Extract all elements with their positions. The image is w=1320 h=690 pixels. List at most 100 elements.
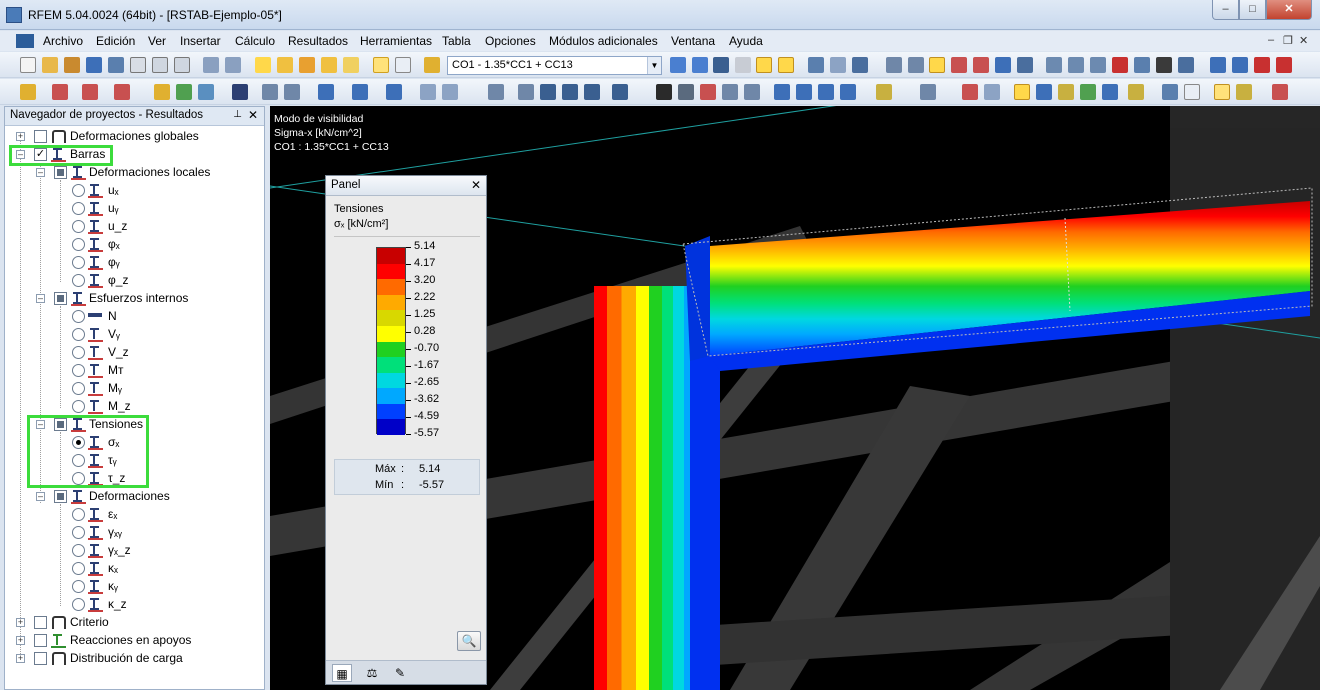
radio-button[interactable] (72, 238, 85, 251)
previous-icon[interactable] (670, 57, 686, 73)
collapse-icon[interactable]: – (36, 168, 45, 177)
member-view-icon[interactable] (1014, 84, 1030, 100)
radio-button[interactable] (72, 400, 85, 413)
menu-calculo[interactable]: Cálculo (235, 34, 275, 48)
balance-tab-icon[interactable]: ⚖ (362, 664, 382, 682)
expand-icon[interactable]: + (16, 636, 25, 645)
print-graphic-icon[interactable] (174, 57, 190, 73)
render-icon[interactable] (886, 57, 902, 73)
search-model-icon[interactable] (277, 57, 293, 73)
tree-item-reacciones[interactable]: + Reacciones en apoyos (16, 632, 256, 650)
radio-button[interactable] (72, 274, 85, 287)
radio-button[interactable] (72, 598, 85, 611)
edit-icon[interactable] (255, 57, 271, 73)
structure-4-icon[interactable] (612, 84, 628, 100)
undeformed-icon[interactable] (808, 57, 824, 73)
checkbox[interactable] (54, 490, 67, 503)
material-icon[interactable] (176, 84, 192, 100)
view-top-icon[interactable] (420, 84, 436, 100)
radio-button[interactable] (72, 382, 85, 395)
tree-item-phiz[interactable]: φ_z (72, 272, 222, 290)
object-icon[interactable] (920, 84, 936, 100)
minimize-button[interactable]: – (1212, 0, 1239, 20)
print-icon[interactable] (130, 57, 146, 73)
tree-item-kappa-x[interactable]: κₓ (72, 560, 222, 578)
tree-item-epsilon-x[interactable]: εₓ (72, 506, 222, 524)
checkbox[interactable] (34, 652, 47, 665)
delete-icon[interactable] (1112, 57, 1128, 73)
color-scale-tab-icon[interactable]: ▦ (332, 664, 352, 682)
values-icon[interactable] (735, 57, 751, 73)
radio-button[interactable] (72, 526, 85, 539)
save-icon[interactable] (108, 57, 124, 73)
view-iso-icon[interactable] (318, 84, 334, 100)
section-insert-icon[interactable] (154, 84, 170, 100)
results-display-icon[interactable] (713, 57, 729, 73)
mdi-restore-button[interactable]: ❐ (1283, 34, 1293, 47)
filter-tab-icon[interactable]: ✎ (390, 664, 410, 682)
layout-icon[interactable] (1128, 84, 1144, 100)
mirror-icon[interactable] (1134, 57, 1150, 73)
results-icon[interactable] (321, 57, 337, 73)
support-insert-icon[interactable] (114, 84, 130, 100)
calculate-icon[interactable] (299, 57, 315, 73)
close-icon[interactable]: ✕ (471, 178, 481, 192)
results-table-icon[interactable] (876, 84, 892, 100)
visibility-icon[interactable] (929, 57, 945, 73)
table-view-icon[interactable] (1184, 84, 1200, 100)
tree-item-my[interactable]: Mᵧ (72, 380, 222, 398)
guide-icon[interactable] (1090, 57, 1106, 73)
zoom-out-icon[interactable] (700, 84, 716, 100)
show-values-icon[interactable] (778, 57, 794, 73)
tree-item-distribucion[interactable]: + Distribución de carga (16, 650, 256, 668)
node-icon[interactable] (973, 57, 989, 73)
checkbox[interactable] (54, 292, 67, 305)
report-icon[interactable] (1214, 84, 1230, 100)
menu-edicion[interactable]: Edición (96, 34, 135, 48)
zoom-icon[interactable] (678, 84, 694, 100)
measure-icon[interactable] (1068, 57, 1084, 73)
export-icon[interactable] (1210, 57, 1226, 73)
view-all-icon[interactable] (442, 84, 458, 100)
load-case-icon[interactable] (424, 57, 440, 73)
new-file-icon[interactable] (20, 57, 36, 73)
checkbox[interactable] (54, 166, 67, 179)
color-scale[interactable]: 5.14 4.17 3.20 2.22 1.25 0.28 -0.70 -1.67 -2.65 -… (334, 236, 480, 448)
web-icon[interactable] (86, 57, 102, 73)
tree-item-mt[interactable]: Mᴛ (72, 362, 222, 380)
open-folder-icon[interactable] (42, 57, 58, 73)
zoom-button[interactable]: 🔍 (457, 631, 481, 651)
tree-item-ux[interactable]: uₓ (72, 182, 222, 200)
menu-ver[interactable]: Ver (148, 34, 166, 48)
radio-button[interactable] (72, 364, 85, 377)
beam-icon[interactable] (232, 84, 248, 100)
cut-icon[interactable] (518, 84, 534, 100)
tree-item-deformaciones-globales[interactable]: + Deformaciones globales (16, 128, 256, 146)
pointer-icon[interactable] (1178, 57, 1194, 73)
tree-item-criterio[interactable]: + Criterio (16, 614, 256, 632)
structure-2-icon[interactable] (562, 84, 578, 100)
settings-icon[interactable] (1272, 84, 1288, 100)
hinge-icon[interactable] (198, 84, 214, 100)
load-combination-select[interactable]: CO1 - 1.35*CC1 + CC13 ▼ (447, 56, 662, 75)
undo-icon[interactable] (203, 57, 219, 73)
tree-item-kappa-z[interactable]: κ_z (72, 596, 222, 614)
show-results-icon[interactable] (756, 57, 772, 73)
axis-z-icon[interactable] (818, 84, 834, 100)
set-icon[interactable] (1017, 57, 1033, 73)
pan-icon[interactable] (722, 84, 738, 100)
section-icon[interactable] (951, 57, 967, 73)
maximize-button[interactable]: □ (1239, 0, 1266, 20)
menu-modulos[interactable]: Módulos adicionales (549, 34, 658, 48)
menu-resultados[interactable]: Resultados (288, 34, 348, 48)
collapse-icon[interactable]: – (36, 492, 45, 501)
open-archive-icon[interactable] (64, 57, 80, 73)
smooth-icon[interactable] (1058, 84, 1074, 100)
document-icon[interactable] (16, 34, 34, 48)
menu-insertar[interactable]: Insertar (180, 34, 221, 48)
select-icon[interactable] (284, 84, 300, 100)
radio-button[interactable] (72, 202, 85, 215)
grid-icon[interactable] (395, 57, 411, 73)
view-side-icon[interactable] (386, 84, 402, 100)
structure-3-icon[interactable] (584, 84, 600, 100)
